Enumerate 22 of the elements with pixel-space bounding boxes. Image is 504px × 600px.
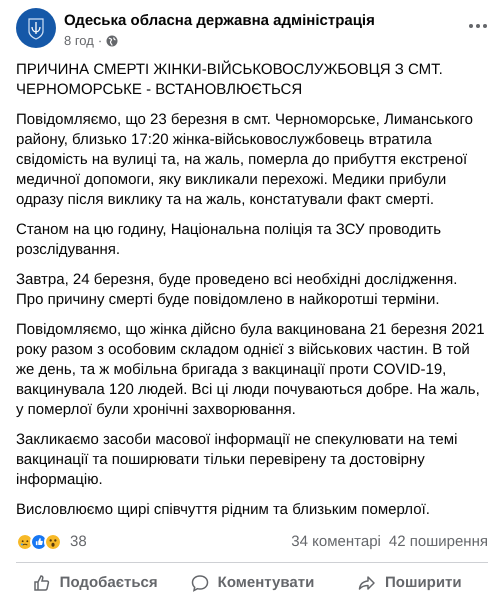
page-name[interactable]: Одеська обласна державна адміністрація xyxy=(64,11,468,31)
post-paragraph: Завтра, 24 березня, буде проведено всі необхідні дослідження. Про причину смерті буде повідомлено в найкоротші терміни. xyxy=(16,270,458,310)
reaction-count[interactable]: 38 xyxy=(70,530,87,554)
coat-of-arms-avatar-icon[interactable] xyxy=(16,8,56,48)
thumbs-up-icon xyxy=(32,573,52,593)
action-button[interactable]: Поширити xyxy=(330,566,488,600)
post-paragraph: Повідомляємо, що 23 березня в смт. Черноморське, Лиманського району, близько 17:20 жінка-військовослужбовець втратила свідомість на вулиці та, на жаль, померла до прибуття екстреної медичної допомоги, яку викликали перехожі. Медики прибули одразу після виклику та на жаль, констатували факт смерті. xyxy=(16,110,474,210)
comment-count[interactable]: 34 коментарі xyxy=(291,530,381,554)
surprised-face-icon xyxy=(44,533,62,551)
speech-bubble-icon xyxy=(190,573,210,593)
globe-icon xyxy=(106,35,118,47)
post-paragraph: Закликаємо засоби масової інформації не спекулювати на темі вакцинації та поширювати тільки перевірену та достовірну інформацію. xyxy=(16,430,458,490)
post-paragraph: Станом на цю годину, Національна поліція та ЗСУ проводить розслідування. xyxy=(16,220,442,260)
action-button[interactable]: Коментувати xyxy=(173,566,331,600)
more-options-icon[interactable] xyxy=(468,23,488,29)
post-paragraph: Висловлюємо щирі співчуття рідним та близьким померлої. xyxy=(16,500,431,520)
separator-dot: · xyxy=(98,32,102,50)
action-button[interactable]: Подобається xyxy=(16,566,174,600)
share-count[interactable]: 42 поширення xyxy=(388,530,488,554)
post-title: ПРИЧИНА СМЕРТІ ЖІНКИ-ВІЙСЬКОВОСЛУЖБОВЦЯ З СМТ. ЧЕРНОМОРСЬКЕ - ВСТАНОВЛЮЄТЬСЯ xyxy=(16,60,444,100)
post-paragraph: Повідомляємо, що жінка дійсно була вакцинована 21 березня 2021 року разом з особовим складом однієї з військових частин. В той же день, та ж мобільна бригада з вакцинації проти COVID-19, вакцинувала 120 людей. Всі ці люди почуваються добре. На жаль, у померлої були хронічні захворювання. xyxy=(16,320,486,420)
post-time[interactable]: 8 год xyxy=(64,32,94,50)
